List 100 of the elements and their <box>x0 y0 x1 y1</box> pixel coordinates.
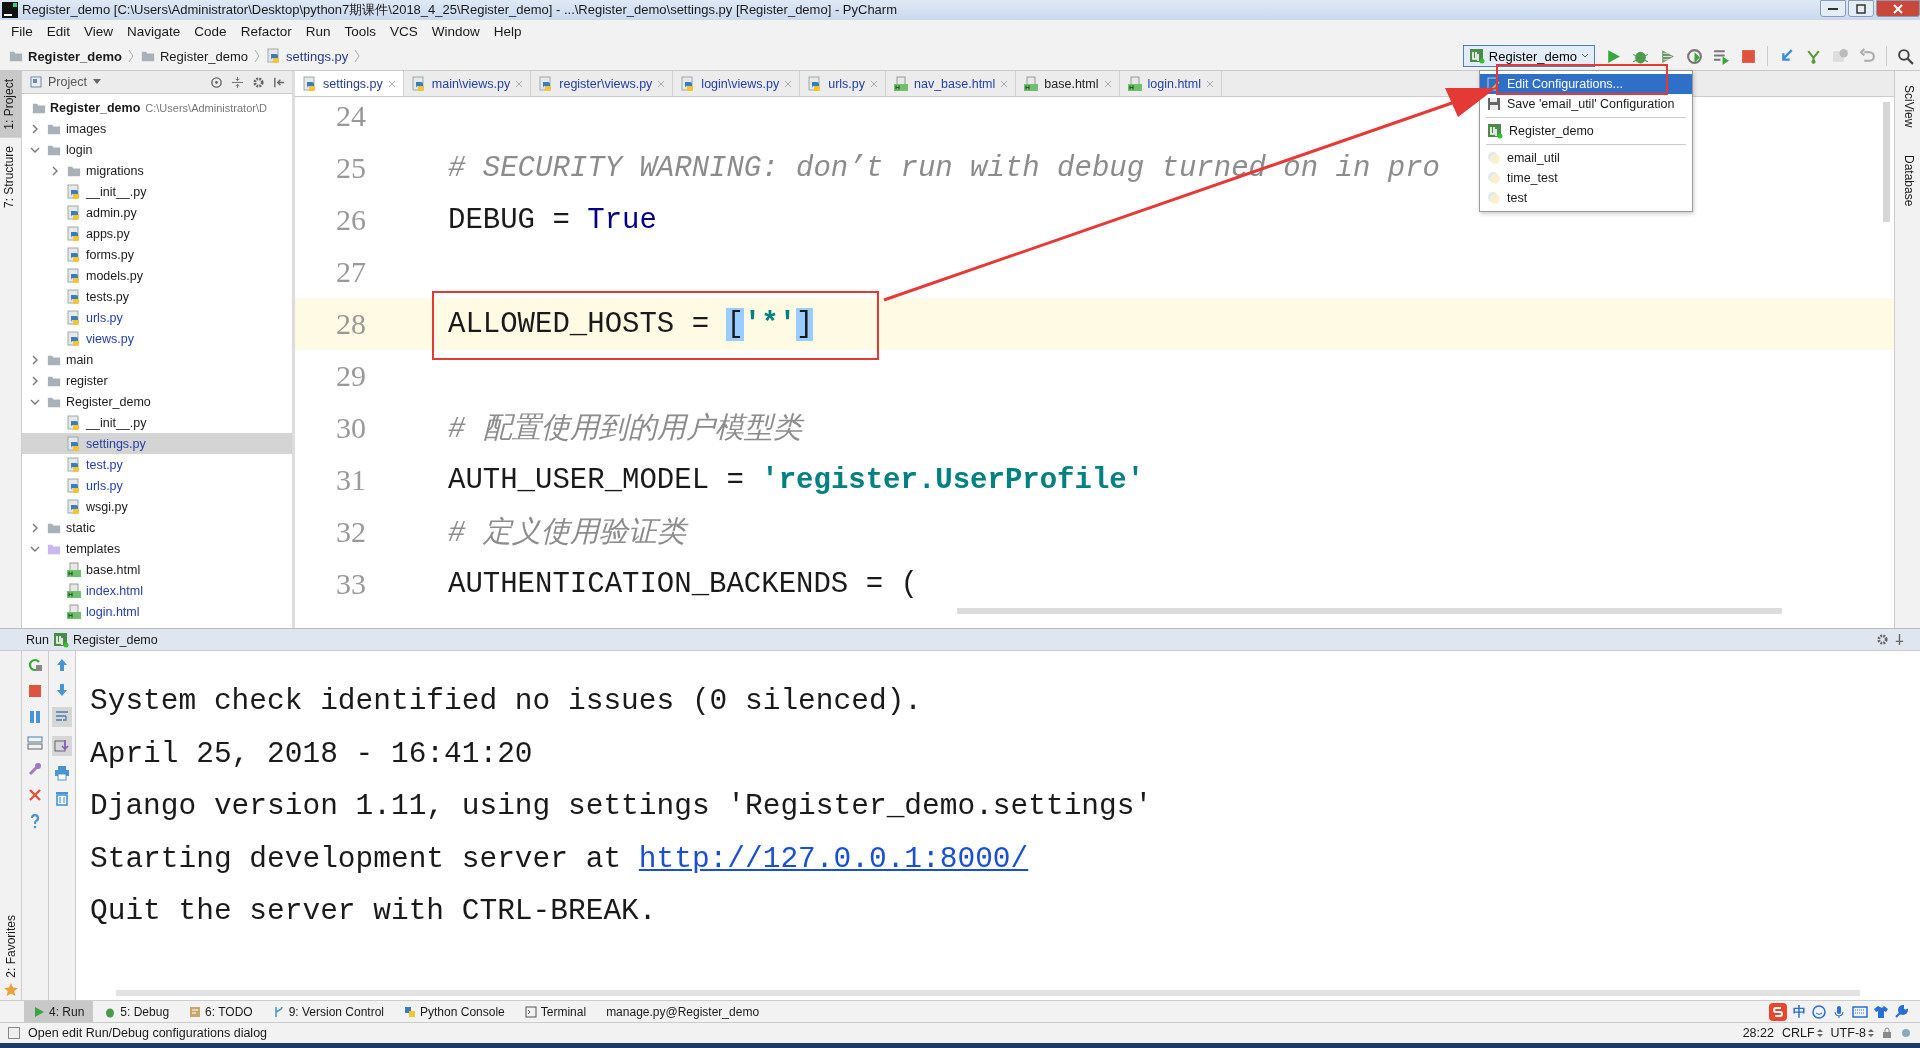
lock-icon[interactable] <box>1882 1027 1892 1039</box>
menu-item[interactable]: VCS <box>382 23 425 39</box>
scrollbar[interactable] <box>1883 102 1890 222</box>
tool-window-tab[interactable]: 1: Project <box>0 71 21 138</box>
tool-window-tab[interactable]: Python Console <box>395 1001 514 1022</box>
chevron-icon[interactable] <box>50 165 60 176</box>
wrench-icon[interactable] <box>1894 1004 1908 1019</box>
hide-icon[interactable] <box>273 75 286 89</box>
tree-item[interactable]: apps.py <box>22 223 292 244</box>
editor-tab[interactable]: settings.py <box>295 71 404 96</box>
down-arrow-icon[interactable] <box>54 682 70 698</box>
menu-item[interactable]: Help <box>486 23 529 39</box>
tool-window-tab[interactable]: 7: Structure <box>0 137 21 216</box>
scroll-to-end-icon[interactable] <box>52 736 72 756</box>
tree-item[interactable]: login <box>22 139 292 160</box>
close-icon[interactable] <box>1103 79 1112 88</box>
chevron-icon[interactable] <box>30 522 40 533</box>
chevron-icon[interactable] <box>30 354 40 365</box>
tool-window-tab[interactable]: 2: Favorites <box>1 913 20 980</box>
search-icon[interactable] <box>1897 47 1914 65</box>
close-icon[interactable] <box>1206 79 1215 88</box>
concurrency-icon[interactable] <box>1713 47 1730 65</box>
profile-icon[interactable] <box>1686 47 1703 65</box>
tool-window-tab[interactable]: Database <box>1895 141 1920 221</box>
tree-item[interactable]: main <box>22 349 292 370</box>
minimize-button[interactable] <box>1820 0 1846 17</box>
encoding-selector[interactable]: UTF-8 <box>1830 1026 1874 1040</box>
tree-item[interactable]: register <box>22 370 292 391</box>
soft-wrap-icon[interactable] <box>52 707 72 727</box>
menu-item[interactable]: Refactor <box>233 23 299 39</box>
menu-item[interactable]: Edit <box>39 23 78 39</box>
close-icon[interactable] <box>515 79 524 88</box>
tool-window-tab[interactable]: 4: Run <box>24 1001 94 1022</box>
shirt-icon[interactable] <box>1874 1004 1888 1019</box>
caret-position[interactable]: 28:22 <box>1742 1026 1774 1040</box>
locate-icon[interactable] <box>210 75 223 89</box>
tree-item[interactable]: migrations <box>22 160 292 181</box>
scrollbar[interactable] <box>116 990 1860 996</box>
tree-item[interactable]: index.html <box>22 580 292 601</box>
tree-item[interactable]: tests.py <box>22 286 292 307</box>
tool-window-tab[interactable]: 9: Version Control <box>263 1001 394 1022</box>
tool-window-tab[interactable]: manage.py@Register_demo <box>597 1001 769 1022</box>
maximize-button[interactable] <box>1848 0 1874 17</box>
tool-window-tab[interactable]: 5: Debug <box>95 1001 179 1022</box>
close-icon[interactable] <box>657 79 666 88</box>
tool-window-tab[interactable]: Terminal <box>515 1001 596 1022</box>
link[interactable]: http://127.0.0.1:8000/ <box>638 841 1029 876</box>
editor-tab[interactable]: login.html <box>1119 71 1223 96</box>
scrollbar[interactable] <box>957 608 1782 614</box>
collapse-all-icon[interactable] <box>231 75 244 89</box>
rerun-icon[interactable] <box>27 657 43 673</box>
chevron-icon[interactable] <box>30 375 40 386</box>
menu-item[interactable]: test <box>1480 188 1692 208</box>
menu-item[interactable]: email_util <box>1480 148 1692 168</box>
close-icon[interactable] <box>784 79 793 88</box>
tree-item[interactable]: test.py <box>22 454 292 475</box>
pause-icon[interactable] <box>27 709 43 725</box>
tree-item[interactable]: views.py <box>22 328 292 349</box>
editor-tab[interactable]: nav_base.html <box>886 71 1017 96</box>
menu-item[interactable]: time_test <box>1480 168 1692 188</box>
tree-item[interactable]: templates <box>22 538 292 559</box>
tree-item[interactable]: admin.py <box>22 202 292 223</box>
close-icon[interactable] <box>387 79 396 88</box>
menu-item[interactable]: Save 'email_util' Configuration <box>1480 94 1692 114</box>
breadcrumb[interactable]: Register_demo <box>139 48 249 64</box>
menu-item[interactable]: View <box>77 23 121 39</box>
close-icon[interactable] <box>870 79 878 88</box>
smiley-icon[interactable] <box>1812 1004 1826 1019</box>
keyboard-icon[interactable] <box>1852 1005 1868 1018</box>
tree-item[interactable]: login.html <box>22 601 292 622</box>
menu-item[interactable]: File <box>4 23 40 39</box>
tree-item[interactable]: __init__.py <box>22 412 292 433</box>
tool-window-tab[interactable]: SciView <box>1895 71 1920 142</box>
tree-item[interactable]: images <box>22 118 292 139</box>
layout-icon[interactable] <box>27 735 43 751</box>
menu-item[interactable]: Window <box>424 23 487 39</box>
close-button[interactable] <box>1876 0 1920 17</box>
tree-item[interactable]: Register_demo <box>22 391 292 412</box>
microphone-icon[interactable] <box>1832 1004 1846 1019</box>
revert-icon[interactable] <box>1859 47 1876 65</box>
breadcrumb[interactable]: settings.py <box>266 48 349 64</box>
chevron-icon[interactable] <box>30 123 40 134</box>
project-view-dropdown[interactable]: Project <box>22 75 109 89</box>
pin-icon[interactable] <box>1893 633 1906 646</box>
trash-icon[interactable] <box>54 790 70 806</box>
menu-item[interactable]: Edit Configurations... <box>1480 74 1692 94</box>
tree-item[interactable]: wsgi.py <box>22 496 292 517</box>
tree-item[interactable]: settings.py <box>22 433 292 454</box>
input-language[interactable]: 中 <box>1793 1002 1806 1021</box>
editor-tab[interactable]: register\views.py <box>531 71 674 96</box>
tree-item[interactable]: __init__.py <box>22 181 292 202</box>
panel-toggle-icon[interactable] <box>8 1027 20 1039</box>
line-separator-selector[interactable]: CRLF <box>1781 1026 1823 1040</box>
settings-icon[interactable] <box>1876 633 1889 646</box>
tree-item[interactable]: static <box>22 517 292 538</box>
tree-item[interactable]: models.py <box>22 265 292 286</box>
settings-icon[interactable] <box>252 75 265 89</box>
tool-window-tab[interactable]: 6: TODO <box>180 1001 262 1022</box>
up-arrow-icon[interactable] <box>54 657 70 673</box>
tree-item[interactable]: urls.py <box>22 475 292 496</box>
